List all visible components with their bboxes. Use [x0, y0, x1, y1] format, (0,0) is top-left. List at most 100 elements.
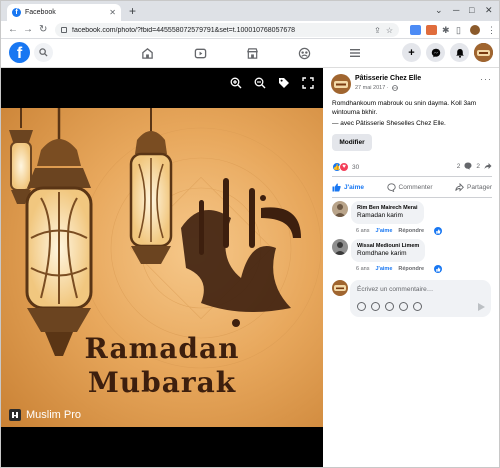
menu-icon[interactable]: [347, 45, 363, 61]
comment-button[interactable]: Commenter: [386, 182, 433, 192]
browser-toolbar: ← → ↻ facebook.com/photo/?fbid=445558072…: [1, 21, 499, 39]
post-options-icon[interactable]: ···: [480, 75, 492, 84]
side-panel-icon[interactable]: ▯: [456, 24, 461, 36]
composer-avatar: [332, 280, 348, 296]
post-date[interactable]: 27 mai 2017 ·: [355, 85, 398, 91]
globe-icon: [391, 85, 398, 91]
comment-meta: 6 ans J'aime Répondre: [356, 265, 443, 273]
edit-button[interactable]: Modifier: [332, 134, 372, 151]
poster-title-line1: Ramadan: [84, 332, 240, 365]
reload-icon[interactable]: ↻: [39, 23, 47, 37]
with-suffix: .: [444, 120, 446, 127]
facebook-favicon-icon: f: [12, 8, 21, 17]
share-button[interactable]: Partager: [455, 182, 492, 192]
facebook-header: f +: [1, 39, 499, 68]
comment-time[interactable]: 6 ans: [356, 266, 369, 272]
browser-tab[interactable]: f Facebook ✕: [7, 4, 121, 21]
comment-input-placeholder: Écrivez un commentaire…: [357, 286, 434, 293]
share-count[interactable]: 2: [476, 163, 480, 170]
share-button-label: Partager: [467, 183, 492, 191]
tag-icon[interactable]: [277, 76, 291, 90]
profile-avatar-icon[interactable]: [470, 25, 480, 35]
create-plus-icon[interactable]: +: [402, 43, 421, 62]
zoom-out-icon[interactable]: [253, 76, 267, 90]
post-with-line: — avec Pâtisserie Sheselles Chez Elle.: [332, 119, 497, 128]
fullscreen-icon[interactable]: [301, 76, 315, 90]
comment-time[interactable]: 6 ans: [356, 228, 369, 234]
minimize-icon[interactable]: ─: [453, 4, 459, 16]
close-tab-icon[interactable]: ✕: [109, 8, 116, 17]
share-icon: [455, 182, 464, 192]
share-count-icon: [484, 163, 492, 169]
comment-meta: 6 ans J'aime Répondre: [356, 227, 443, 235]
engagement-counts: 2 2: [457, 162, 492, 170]
lock-icon: [61, 27, 67, 33]
reaction-count: 30: [352, 163, 360, 171]
gif-icon[interactable]: [399, 302, 408, 311]
like-button[interactable]: J'aime: [332, 183, 364, 192]
avatar-sticker-icon[interactable]: [413, 302, 422, 311]
zoom-in-icon[interactable]: [229, 76, 243, 90]
extensions-puzzle-icon[interactable]: ✱: [442, 24, 450, 36]
composer-tools: [357, 302, 422, 311]
with-prefix: — avec: [332, 120, 356, 127]
share-page-icon[interactable]: ⇪: [374, 26, 381, 35]
brand-label: Muslim Pro: [26, 409, 82, 421]
photo-viewer: Ramadan Mubarak Muslim Pro: [1, 68, 323, 467]
photo-viewer-tools: [229, 76, 315, 90]
reaction-summary[interactable]: 👍 ♥ 30: [332, 162, 359, 172]
emoji-icon[interactable]: [371, 302, 380, 311]
close-window-icon[interactable]: ✕: [485, 4, 493, 16]
comment-reply-button[interactable]: Répondre: [398, 228, 424, 234]
page-avatar[interactable]: [331, 74, 351, 94]
extension-icon[interactable]: [410, 25, 421, 35]
messenger-icon[interactable]: [426, 43, 445, 62]
like-button-label: J'aime: [344, 183, 364, 191]
extension-icon[interactable]: [426, 25, 437, 35]
comment-icon: [386, 182, 396, 192]
home-icon[interactable]: [139, 45, 155, 61]
address-bar[interactable]: facebook.com/photo/?fbid=445558072579791…: [55, 23, 399, 37]
comment-like-badge-icon: [434, 265, 443, 273]
send-icon[interactable]: [478, 303, 485, 311]
address-bar-url: facebook.com/photo/?fbid=445558072579791…: [72, 26, 296, 34]
chevron-down-icon[interactable]: ⌄: [435, 4, 443, 16]
camera-icon[interactable]: [385, 302, 394, 311]
comment-composer[interactable]: Écrivez un commentaire…: [350, 280, 491, 317]
ramadan-poster-image: Ramadan Mubarak Muslim Pro: [1, 108, 323, 427]
comment-reply-button[interactable]: Répondre: [398, 266, 424, 272]
bookmark-star-icon[interactable]: ☆: [386, 26, 393, 35]
post-date-text: 27 mai 2017 ·: [355, 85, 389, 91]
groups-icon[interactable]: [296, 45, 312, 61]
comment-like-button[interactable]: J'aime: [375, 228, 392, 234]
sticker-icon[interactable]: [357, 302, 366, 311]
page-name[interactable]: Pâtisserie Chez Elle: [355, 75, 421, 82]
comment-author[interactable]: Wissal Mediouni Limem: [357, 242, 419, 250]
comment-bubble: Wissal Mediouni Limem Romdhane karim: [351, 239, 426, 262]
post-panel: Pâtisserie Chez Elle 27 mai 2017 · ··· R…: [323, 68, 499, 467]
comment-like-button[interactable]: J'aime: [375, 266, 392, 272]
back-icon[interactable]: ←: [8, 23, 18, 37]
forward-icon[interactable]: →: [23, 23, 33, 37]
notifications-bell-icon[interactable]: [450, 43, 469, 62]
post-text: Romdhankoum mabrouk ou snin dayma. Koll …: [332, 100, 477, 116]
new-tab-icon[interactable]: +: [129, 4, 136, 18]
facebook-logo-icon[interactable]: f: [9, 42, 30, 63]
account-avatar-icon[interactable]: [474, 43, 493, 62]
muslim-pro-logo-icon: [9, 409, 21, 421]
divider: [332, 197, 492, 198]
comment-count[interactable]: 2: [457, 163, 461, 170]
comment-button-label: Commenter: [398, 183, 433, 191]
commenter-avatar[interactable]: [332, 201, 348, 217]
maximize-icon[interactable]: □: [469, 4, 474, 16]
comment-text: Romdhane karim: [357, 250, 407, 257]
tagged-page-link[interactable]: Pâtisserie Sheselles Chez Elle: [356, 120, 444, 127]
search-icon[interactable]: [34, 43, 53, 62]
browser-menu-icon[interactable]: ⋮: [487, 24, 496, 36]
commenter-avatar[interactable]: [332, 239, 348, 255]
marketplace-icon[interactable]: [244, 45, 260, 61]
video-icon[interactable]: [192, 45, 208, 61]
comment-author[interactable]: Rim Ben Mairech Merai: [357, 204, 418, 212]
comment-bubble-icon: [464, 162, 472, 170]
comment-text: Ramadan karim: [357, 212, 403, 219]
